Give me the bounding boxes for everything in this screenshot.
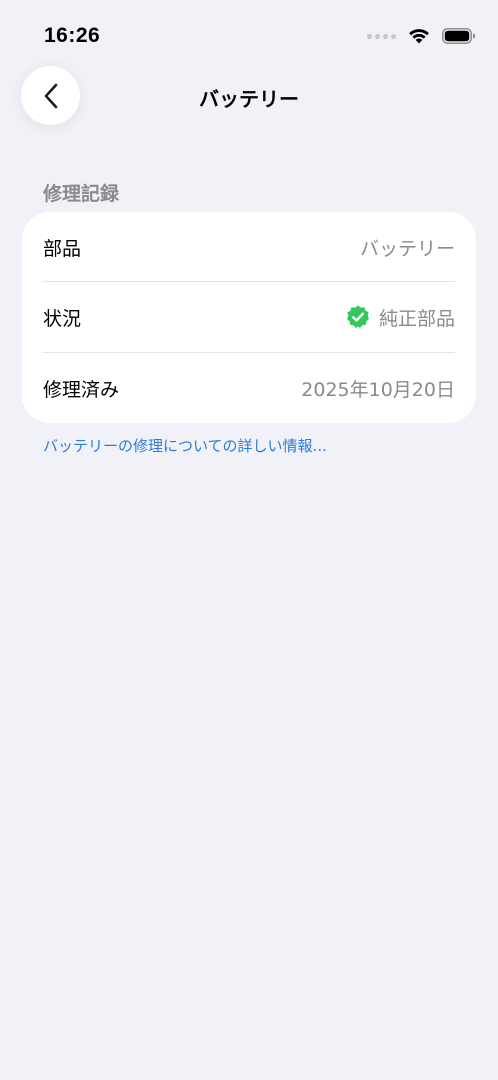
row-value: 純正部品 [345, 304, 455, 331]
battery-repair-info-link[interactable]: バッテリーの修理についての詳しい情報... [43, 435, 327, 456]
verified-badge-icon [346, 305, 369, 328]
status-time: 16:26 [44, 24, 101, 47]
row-part: 部品 バッテリー [43, 212, 455, 282]
repair-history-card: 部品 バッテリー 状況 純正部品 修理済み 2025年10月20日 [22, 212, 476, 423]
row-value-text: バッテリー [359, 237, 455, 260]
page-title: バッテリー [199, 87, 299, 111]
row-value: 2025年10月20日 [301, 375, 455, 402]
row-label: 状況 [43, 307, 82, 330]
row-label: 修理済み [43, 378, 120, 401]
status-indicators [367, 28, 476, 44]
row-repaired-date: 修理済み 2025年10月20日 [43, 353, 455, 423]
status-bar: 16:26 [0, 0, 498, 60]
row-value: バッテリー [360, 234, 455, 261]
battery-icon [442, 28, 476, 44]
section-header-repair-history: 修理記録 [43, 183, 120, 205]
row-value-text: 純正部品 [378, 307, 455, 330]
navigation-bar: バッテリー [0, 64, 498, 128]
wifi-icon [409, 29, 429, 44]
row-status: 状況 純正部品 [43, 282, 455, 352]
row-value-text: 2025年10月20日 [301, 378, 455, 401]
row-label: 部品 [43, 237, 82, 260]
cellular-signal-icon [367, 33, 396, 39]
